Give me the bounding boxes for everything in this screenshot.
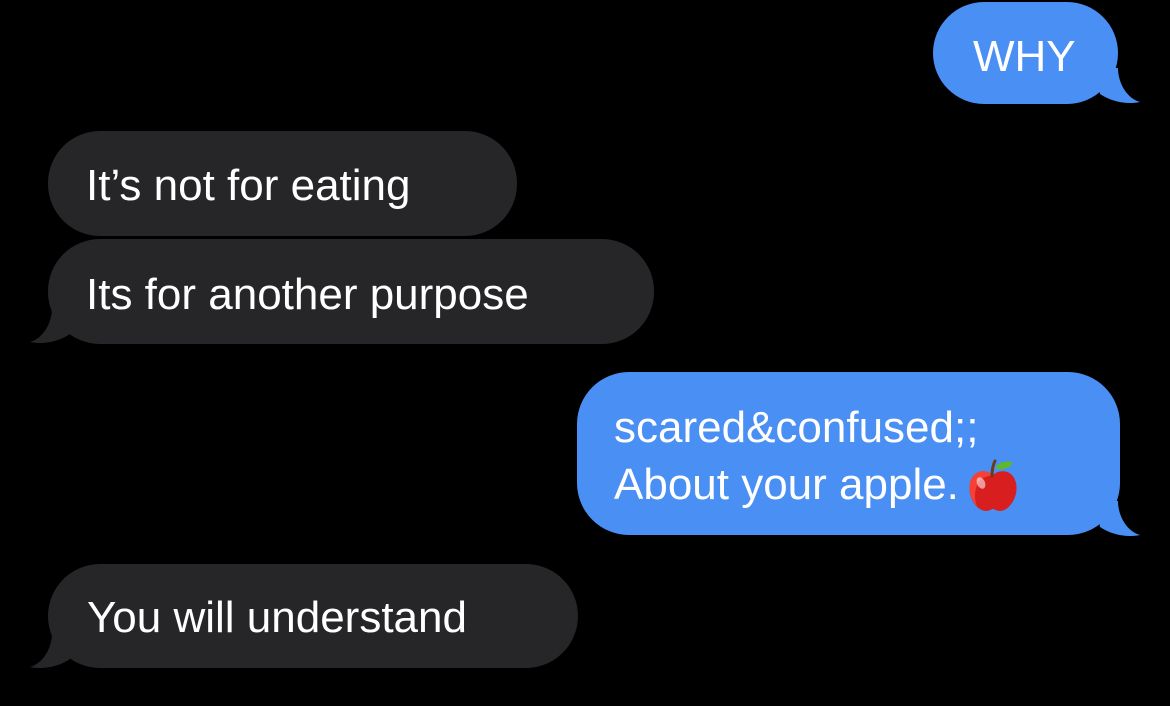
incoming-message-bubble[interactable]: You will understand <box>48 564 578 668</box>
outgoing-bubble-tail <box>1096 68 1140 104</box>
message-text: You will understand <box>87 593 467 642</box>
outgoing-message-bubble[interactable]: WHY <box>933 2 1118 104</box>
incoming-message-bubble[interactable]: It’s not for eating <box>48 131 517 236</box>
outgoing-message-bubble[interactable]: scared&confused;; About your apple. <box>577 372 1120 535</box>
message-text: WHY <box>973 32 1076 81</box>
message-text: About your apple. <box>614 460 959 509</box>
message-text-line: scared&confused;; <box>614 403 979 452</box>
incoming-bubble-tail <box>30 308 74 344</box>
incoming-bubble-tail <box>30 633 74 669</box>
message-text: It’s not for eating <box>86 161 411 210</box>
message-thread: WHY It’s not for eating Its for another … <box>0 0 1170 706</box>
message-text-line: About your apple. <box>614 456 1120 513</box>
incoming-message-bubble[interactable]: Its for another purpose <box>48 239 654 344</box>
red-apple-icon <box>967 459 1019 513</box>
message-text: Its for another purpose <box>86 270 529 319</box>
outgoing-bubble-tail <box>1096 501 1140 537</box>
